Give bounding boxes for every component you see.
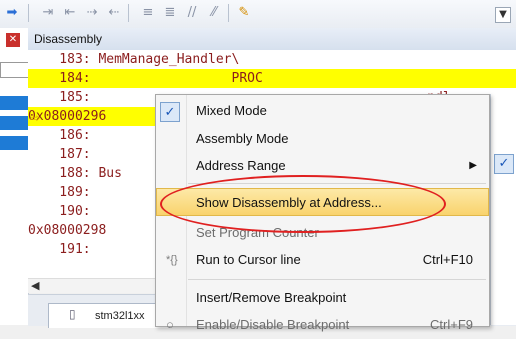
code-line[interactable]: 183: MemManage_Handler\ (28, 50, 516, 69)
menu-item-label: Mixed Mode (196, 103, 267, 118)
breakpoint-circle-icon: ○ (166, 317, 174, 332)
comment-block-icon[interactable]: // (184, 5, 200, 21)
unindent-icon[interactable]: ⇤ (62, 5, 78, 21)
menu-item-run-to-cursor[interactable]: *{} Run to Cursor line Ctrl+F10 (156, 246, 489, 274)
panel-tab-selected[interactable] (0, 136, 28, 150)
menu-item-label: Assembly Mode (196, 131, 289, 146)
unindent-block-icon[interactable]: ≣ (162, 5, 178, 21)
menu-item-label: Run to Cursor line (196, 252, 301, 267)
file-tab-label: stm32l1xx (95, 310, 145, 322)
menu-item-insert-remove-breakpoint[interactable]: Insert/Remove Breakpoint (156, 284, 489, 312)
menu-item-assembly-mode[interactable]: Assembly Mode (156, 125, 489, 153)
toolbar-separator (28, 4, 29, 22)
menu-item-enable-disable-breakpoint[interactable]: ○ Enable/Disable Breakpoint Ctrl+F9 (156, 311, 489, 339)
current-instruction-arrow-icon: ⇨ (30, 111, 41, 125)
uncomment-icon[interactable]: ⇠ (106, 5, 122, 21)
arrow-right-icon[interactable]: ➡ (4, 5, 20, 21)
indent-block-icon[interactable]: ≡ (140, 5, 156, 21)
close-icon[interactable]: ✕ (6, 33, 20, 47)
horizontal-scrollbar[interactable]: ◀ (28, 278, 168, 293)
panel-tab-selected[interactable] (0, 116, 28, 130)
chevron-down-icon[interactable]: ▼ (495, 7, 511, 23)
run-to-cursor-icon: *{} (166, 254, 178, 266)
panel-tab-selected[interactable] (0, 96, 28, 110)
right-panel: ✓ (490, 94, 516, 325)
toolbar-separator (128, 4, 129, 22)
menu-separator (188, 279, 486, 280)
window-title: Disassembly (34, 32, 103, 46)
check-icon: ✓ (160, 102, 180, 122)
file-tab[interactable]: ▯ stm32l1xx (48, 303, 170, 328)
scroll-left-icon[interactable]: ◀ (31, 279, 39, 292)
toolbar: ➡ ⇥ ⇤ ⇢ ⇠ ≡ ≣ // ⁄⁄ ✎ (0, 0, 516, 29)
menu-item-shortcut: Ctrl+F9 (430, 317, 473, 332)
project-panel (0, 28, 30, 325)
menu-item-mixed-mode[interactable]: ✓ Mixed Mode (156, 97, 489, 125)
check-icon: ✓ (494, 154, 514, 174)
annotation-ellipse (160, 175, 446, 233)
comment-icon[interactable]: ⇢ (84, 5, 100, 21)
uncomment-block-icon[interactable]: ⁄⁄ (206, 5, 222, 21)
menu-item-label: Insert/Remove Breakpoint (196, 290, 347, 305)
file-icon: ▯ (69, 307, 76, 321)
menu-item-label: Enable/Disable Breakpoint (196, 317, 350, 332)
open-icon[interactable]: ✎ (236, 5, 252, 21)
panel-tab[interactable] (0, 62, 30, 78)
disassembly-header: Disassembly (28, 28, 516, 51)
menu-item-shortcut: Ctrl+F10 (422, 252, 473, 267)
toolbar-separator (228, 4, 229, 22)
code-line[interactable]: 184: PROC (28, 69, 516, 88)
submenu-arrow-icon: ▶ (469, 160, 477, 171)
indent-icon[interactable]: ⇥ (40, 5, 56, 21)
